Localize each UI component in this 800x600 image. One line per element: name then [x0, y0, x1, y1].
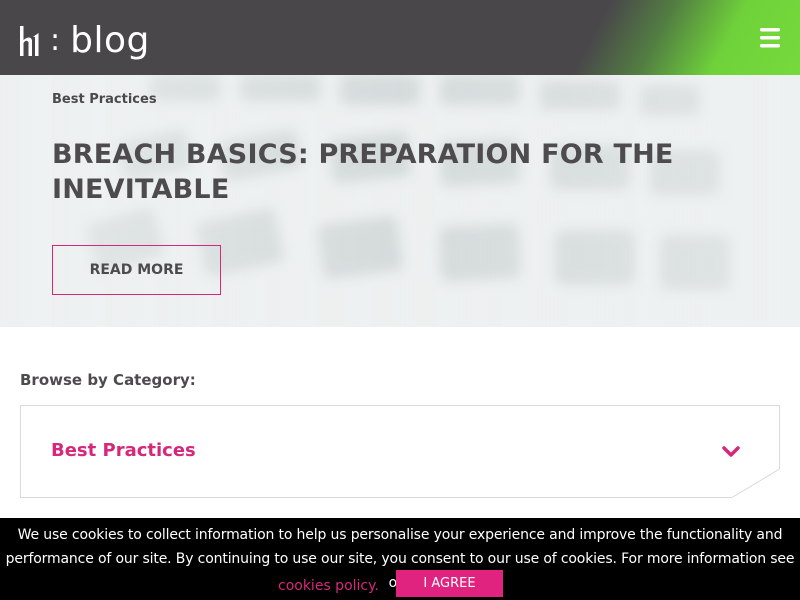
category-dropdown[interactable]: Best Practices [20, 405, 780, 498]
hamburger-menu-button[interactable] [756, 26, 784, 50]
hero-category-label[interactable]: Best Practices [52, 92, 157, 107]
browse-by-category-label: Browse by Category: [20, 371, 196, 389]
chevron-down-icon [722, 446, 740, 457]
site-header: : blog [0, 0, 800, 75]
read-more-button[interactable]: READ MORE [52, 245, 221, 295]
hamburger-menu-icon [760, 28, 780, 48]
logo-text: blog [70, 20, 150, 61]
cookies-policy-link[interactable]: cookies policy. [278, 574, 379, 598]
blog-page: : blog Best Practices BREACH BASICS: PRE… [0, 0, 800, 600]
cookie-actions: cookies policy. I AGREE [0, 570, 800, 598]
site-logo[interactable]: : blog [20, 20, 150, 62]
selected-category: Best Practices [51, 440, 196, 461]
logo-separator: : [50, 23, 61, 58]
cookie-consent-bar: We use cookies to collect information to… [0, 518, 800, 600]
h1-logo-icon [20, 26, 39, 56]
hero-post-title[interactable]: BREACH BASICS: PREPARATION FOR THE INEVI… [52, 137, 692, 207]
i-agree-button[interactable]: I AGREE [396, 570, 503, 597]
